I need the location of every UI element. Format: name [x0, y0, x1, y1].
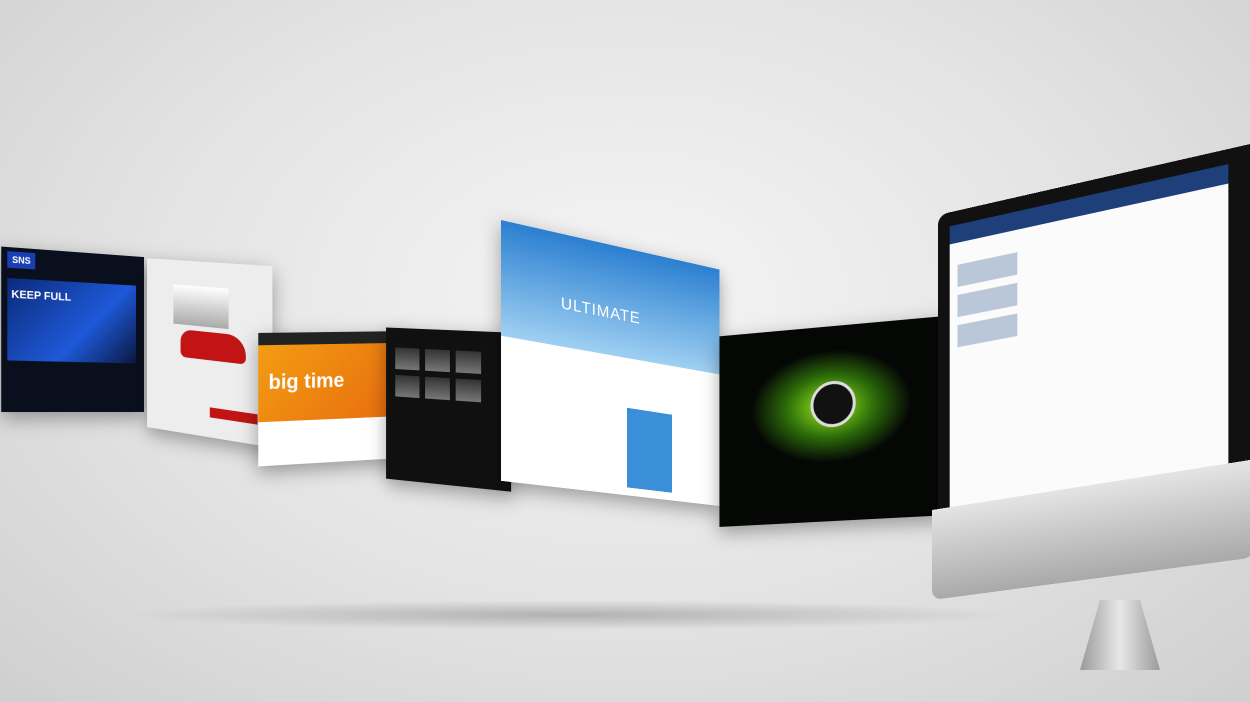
site-nav [949, 164, 1229, 245]
website-panel-supplements: SNS KEEP FULL [1, 246, 145, 413]
content-block [957, 252, 1018, 287]
sky-hero [500, 220, 720, 375]
gallery-tile [455, 378, 482, 403]
content-block [957, 313, 1018, 348]
hero-graphic [173, 284, 229, 330]
hero-headline: big time [268, 369, 345, 395]
gallery-tile [395, 347, 420, 371]
website-panel-car [147, 258, 273, 448]
sidebar-block [627, 407, 672, 493]
cta-button [209, 407, 258, 425]
gallery-tile [455, 350, 482, 374]
red-car-image [180, 329, 246, 365]
website-panel-sky: ULTIMATE [500, 220, 720, 506]
gallery-tile [395, 374, 420, 399]
content-block [957, 282, 1018, 318]
monitor-screen [949, 164, 1229, 508]
floor-shadow [120, 600, 1020, 630]
gallery-tile [425, 348, 450, 373]
site-logo: SNS [7, 251, 36, 270]
website-panel-orange: big time [258, 331, 404, 467]
website-panel-dark-gallery [386, 327, 512, 492]
monitor-stand [1080, 600, 1160, 670]
imac-monitor [930, 141, 1250, 670]
gallery-tile [425, 376, 450, 401]
website-panel-green [719, 315, 954, 527]
